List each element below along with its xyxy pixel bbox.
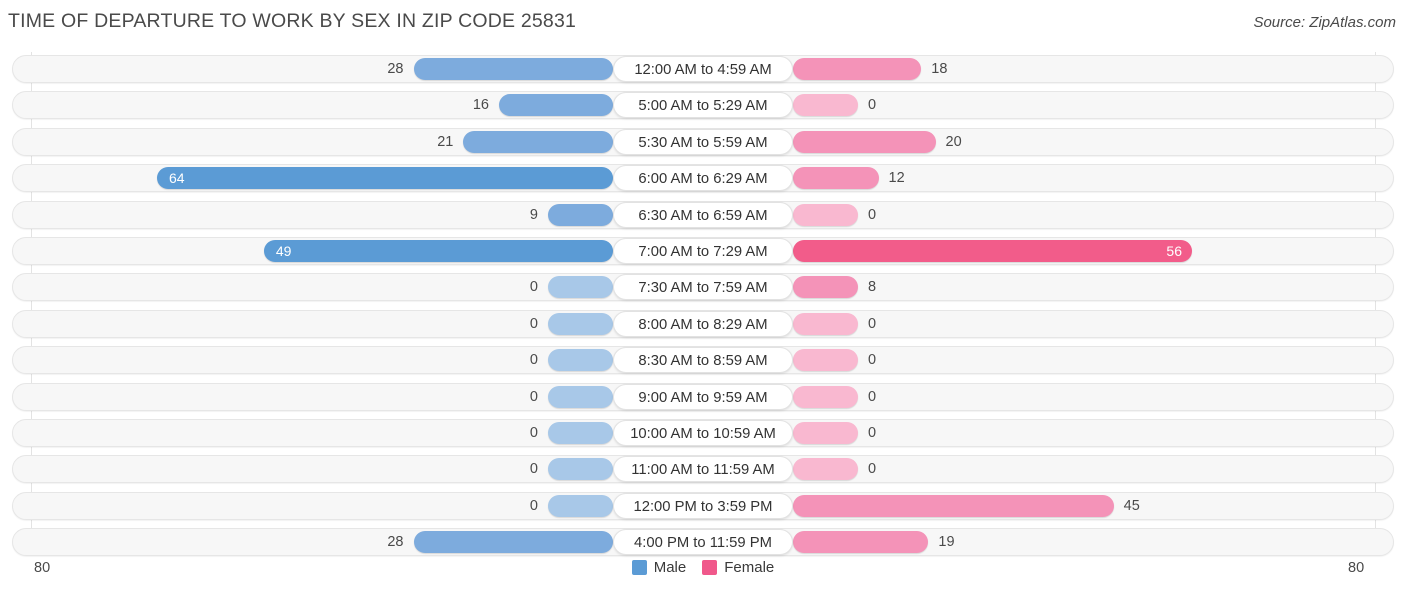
chart-row[interactable]: 28 18 12:00 AM to 4:59 AM xyxy=(12,55,1394,83)
category-label[interactable]: 5:00 AM to 5:29 AM xyxy=(613,92,793,119)
bar-female[interactable] xyxy=(793,531,929,554)
legend-item-female[interactable]: Female xyxy=(702,559,774,576)
bar-male[interactable] xyxy=(548,349,613,372)
bar-value-female: 0 xyxy=(868,97,877,114)
category-label[interactable]: 4:00 PM to 11:59 PM xyxy=(613,529,793,556)
category-label[interactable]: 12:00 AM to 4:59 AM xyxy=(613,56,793,82)
chart-row[interactable]: 64 12 6:00 AM to 6:29 AM xyxy=(12,164,1394,193)
bar-value-male: 0 xyxy=(529,425,538,441)
bar-male[interactable] xyxy=(413,58,613,80)
legend-item-male[interactable]: Male xyxy=(631,559,687,576)
bar-value-male: 0 xyxy=(529,497,538,514)
chart-plot-area: 28 18 12:00 AM to 4:59 AM 16 0 5:00 AM to 5:2… xyxy=(0,52,1406,557)
bar-female[interactable] xyxy=(793,203,858,226)
bar-value-female: 0 xyxy=(868,461,877,478)
bar-female[interactable] xyxy=(793,167,879,190)
category-label[interactable]: 8:30 AM to 8:59 AM xyxy=(613,347,793,374)
bar-female[interactable] xyxy=(793,422,858,444)
bar-male[interactable] xyxy=(263,240,613,262)
bar-female[interactable] xyxy=(793,385,858,408)
bar-value-female: 0 xyxy=(868,352,877,369)
bar-value-male: 0 xyxy=(529,461,538,478)
category-label[interactable]: 7:30 AM to 7:59 AM xyxy=(613,274,793,301)
bar-value-female: 0 xyxy=(868,388,877,405)
bar-value-female: 19 xyxy=(938,534,955,551)
chart-row[interactable]: 9 0 6:30 AM to 6:59 AM xyxy=(12,200,1394,229)
bar-female[interactable] xyxy=(793,494,1114,517)
chart-row[interactable]: 49 56 7:00 AM to 7:29 AM xyxy=(12,237,1394,265)
bar-value-female: 8 xyxy=(868,279,877,296)
bar-value-male: 0 xyxy=(529,315,538,332)
bar-value-male: 16 xyxy=(472,97,489,114)
category-label[interactable]: 11:00 AM to 11:59 AM xyxy=(613,456,793,483)
bar-male[interactable] xyxy=(548,494,613,517)
legend-label: Male xyxy=(653,559,687,576)
legend-swatch-icon xyxy=(702,560,718,575)
category-label[interactable]: 6:00 AM to 6:29 AM xyxy=(613,165,793,192)
bar-female[interactable] xyxy=(793,130,936,153)
bar-value-male: 64 xyxy=(169,170,185,187)
bar-male[interactable] xyxy=(548,276,613,299)
source-attribution: Source: ZipAtlas.com xyxy=(1253,14,1396,31)
bar-value-female: 0 xyxy=(868,425,877,441)
bar-female[interactable] xyxy=(793,312,858,335)
legend-swatch-icon xyxy=(631,560,647,575)
category-label[interactable]: 8:00 AM to 8:29 AM xyxy=(613,310,793,337)
bar-value-female: 12 xyxy=(888,170,905,187)
bar-female[interactable] xyxy=(793,94,858,117)
bar-value-male: 28 xyxy=(387,534,404,551)
category-label[interactable]: 5:30 AM to 5:59 AM xyxy=(613,128,793,155)
bar-male[interactable] xyxy=(548,458,613,481)
bar-value-female: 56 xyxy=(1166,243,1182,259)
bar-female[interactable] xyxy=(793,349,858,372)
chart-legend: Male Female xyxy=(0,559,1406,576)
bar-male[interactable] xyxy=(548,203,613,226)
category-label[interactable]: 12:00 PM to 3:59 PM xyxy=(613,492,793,519)
chart-row[interactable]: 16 0 5:00 AM to 5:29 AM xyxy=(12,91,1394,120)
bar-male[interactable] xyxy=(463,130,613,153)
category-label[interactable]: 9:00 AM to 9:59 AM xyxy=(613,383,793,410)
bar-value-male: 9 xyxy=(529,206,538,223)
chart-row[interactable]: 0 45 12:00 PM to 3:59 PM xyxy=(12,491,1394,520)
category-label[interactable]: 6:30 AM to 6:59 AM xyxy=(613,201,793,228)
bar-male[interactable] xyxy=(548,312,613,335)
category-label[interactable]: 7:00 AM to 7:29 AM xyxy=(613,238,793,264)
chart-row[interactable]: 28 19 4:00 PM to 11:59 PM xyxy=(12,528,1394,557)
bar-female[interactable] xyxy=(793,458,858,481)
bar-value-male: 0 xyxy=(529,352,538,369)
chart-root: TIME OF DEPARTURE TO WORK BY SEX IN ZIP … xyxy=(0,0,1406,595)
bar-male[interactable] xyxy=(548,422,613,444)
bar-value-female: 20 xyxy=(945,133,962,150)
bar-value-male: 0 xyxy=(529,388,538,405)
page-title: TIME OF DEPARTURE TO WORK BY SEX IN ZIP … xyxy=(8,10,577,32)
chart-row[interactable]: 0 0 9:00 AM to 9:59 AM xyxy=(12,382,1394,411)
chart-row[interactable]: 21 20 5:30 AM to 5:59 AM xyxy=(12,127,1394,156)
chart-row[interactable]: 0 0 8:30 AM to 8:59 AM xyxy=(12,346,1394,375)
bar-value-female: 0 xyxy=(868,206,877,223)
bar-female[interactable] xyxy=(793,276,858,299)
bar-male[interactable] xyxy=(548,385,613,408)
bar-male[interactable] xyxy=(499,94,613,117)
chart-row[interactable]: 0 0 10:00 AM to 10:59 AM xyxy=(12,419,1394,447)
chart-row[interactable]: 0 0 11:00 AM to 11:59 AM xyxy=(12,455,1394,484)
bar-value-female: 18 xyxy=(931,61,948,77)
bar-value-female: 0 xyxy=(868,315,877,332)
chart-row[interactable]: 0 0 8:00 AM to 8:29 AM xyxy=(12,309,1394,338)
bar-value-female: 45 xyxy=(1123,497,1140,514)
bar-female[interactable] xyxy=(793,240,1192,262)
bar-female[interactable] xyxy=(793,58,922,80)
bar-value-male: 28 xyxy=(387,61,404,77)
bar-value-male: 49 xyxy=(275,243,292,259)
bar-male[interactable] xyxy=(157,167,613,190)
category-label[interactable]: 10:00 AM to 10:59 AM xyxy=(613,420,793,446)
bar-value-male: 21 xyxy=(437,133,454,150)
bar-value-male: 0 xyxy=(529,279,538,296)
bar-male[interactable] xyxy=(413,531,613,554)
legend-label: Female xyxy=(724,559,775,576)
chart-row[interactable]: 0 8 7:30 AM to 7:59 AM xyxy=(12,273,1394,302)
